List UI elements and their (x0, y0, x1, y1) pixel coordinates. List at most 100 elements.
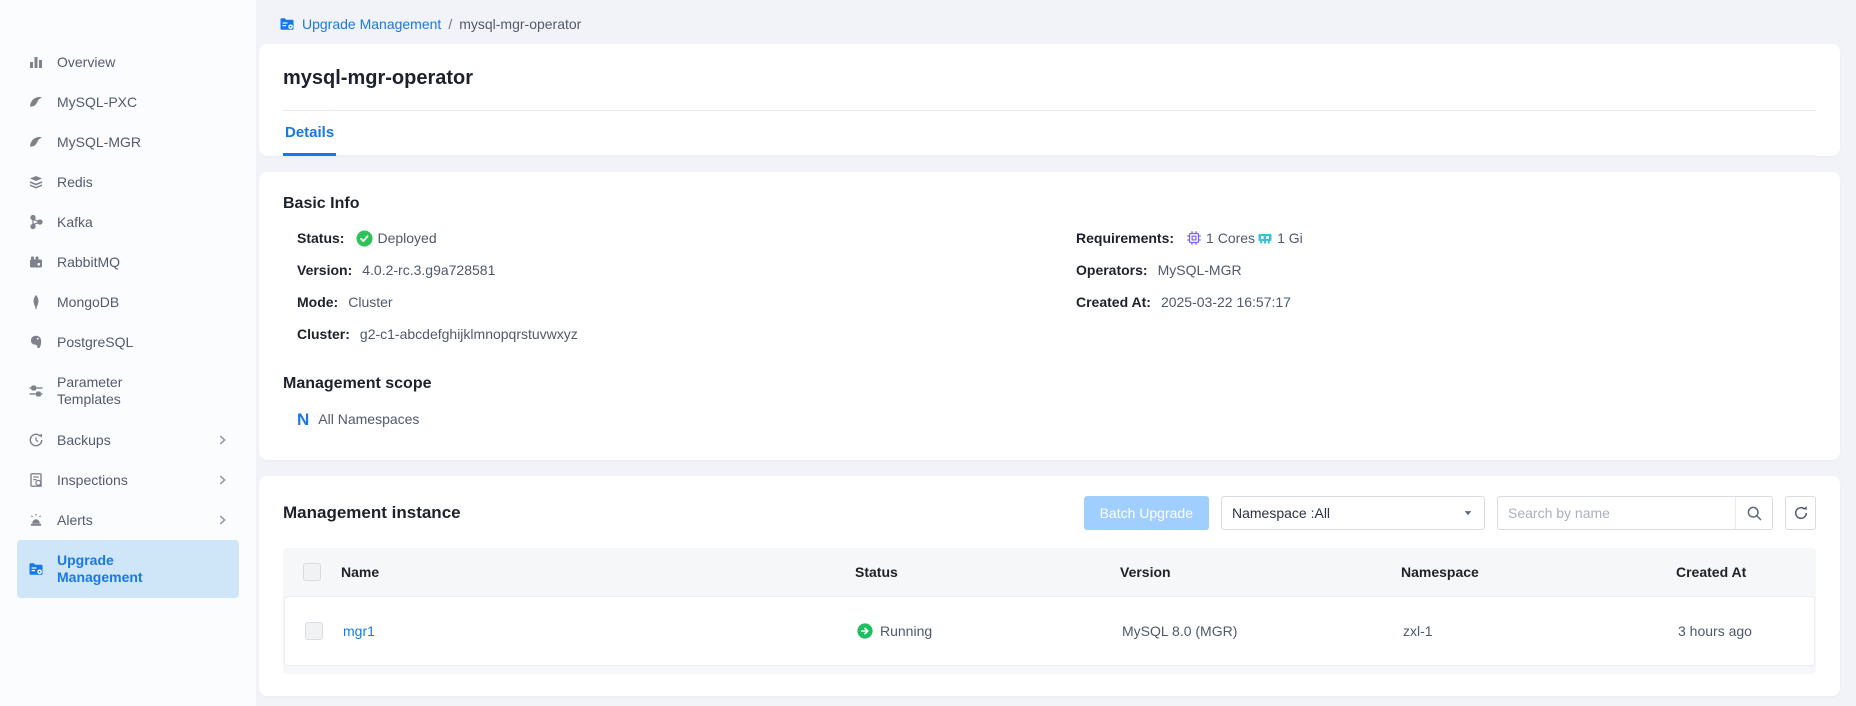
breadcrumb-root-link[interactable]: Upgrade Management (302, 16, 441, 32)
namespace-scope-item: N All Namespaces (283, 404, 1816, 434)
requirements-row: Requirements: 1 Cores 1 Gi (1062, 222, 1816, 254)
page-title: mysql-mgr-operator (283, 66, 1816, 90)
management-scope-title: Management scope (283, 374, 1816, 394)
basic-info-card: Basic Info Status: Deployed Version: 4.0… (259, 172, 1840, 460)
sidebar-item-label: Upgrade Management (57, 552, 152, 586)
breadcrumb-current: mysql-mgr-operator (459, 16, 581, 32)
operators-value: MySQL-MGR (1158, 262, 1242, 278)
basic-info-title: Basic Info (283, 194, 1816, 214)
main-content: Upgrade Management / mysql-mgr-operator … (256, 0, 1856, 706)
search-box (1497, 496, 1773, 530)
sidebar-item-label: PostgreSQL (57, 334, 133, 351)
sliders-icon (28, 383, 44, 399)
created-at-label: Created At: (1076, 294, 1151, 310)
breadcrumb-separator: / (448, 16, 452, 32)
sidebar-item-mysql-mgr[interactable]: MySQL-MGR (17, 122, 239, 162)
leaf-icon (28, 294, 44, 310)
sidebar-item-label: Alerts (57, 512, 93, 529)
bar-chart-icon (28, 54, 44, 70)
status-value: Deployed (377, 230, 436, 246)
chevron-right-icon (215, 513, 229, 527)
sidebar-item-label: MySQL-MGR (57, 134, 141, 151)
version-value: 4.0.2-rc.3.g9a728581 (362, 262, 495, 278)
table-row: mgr1 Running MySQL 8.0 (MGR) zxl-1 3 hou… (284, 596, 1815, 666)
cluster-row: Cluster: g2-c1-abcdefghijklmnopqrstuvwxy… (283, 318, 1062, 350)
sidebar-item-label: RabbitMQ (57, 254, 120, 271)
sidebar-item-label: Inspections (57, 472, 128, 489)
breadcrumb: Upgrade Management / mysql-mgr-operator (279, 14, 1840, 34)
refresh-button[interactable] (1785, 496, 1816, 530)
sidebar-item-rabbitmq[interactable]: RabbitMQ (17, 242, 239, 282)
folder-gear-icon (279, 16, 295, 32)
column-header-name: Name (341, 564, 855, 580)
operators-row: Operators: MySQL-MGR (1062, 254, 1816, 286)
sidebar-item-postgresql[interactable]: PostgreSQL (17, 322, 239, 362)
caret-down-icon (1462, 507, 1474, 519)
instance-table: Name Status Version Namespace Created At… (283, 548, 1816, 674)
cluster-label: Cluster: (297, 326, 350, 342)
chevron-right-icon (215, 433, 229, 447)
instance-created-at: 3 hours ago (1678, 623, 1814, 639)
requirements-cpu-value: 1 Cores (1206, 230, 1255, 246)
layers-icon (28, 174, 44, 190)
sidebar: Overview MySQL-PXC MySQL-MGR Redis (0, 0, 256, 706)
requirements-label: Requirements: (1076, 230, 1174, 246)
namespace-filter-label: Namespace : (1232, 505, 1314, 521)
running-status-icon (857, 623, 873, 639)
elephant-icon (28, 334, 44, 350)
namespace-icon: N (297, 411, 309, 428)
instance-name-link[interactable]: mgr1 (343, 623, 375, 639)
sidebar-item-alerts[interactable]: Alerts (17, 500, 239, 540)
column-header-version: Version (1120, 564, 1401, 580)
sidebar-item-label: Parameter Templates (57, 374, 147, 408)
select-all-checkbox[interactable] (303, 563, 321, 581)
column-header-namespace: Namespace (1401, 564, 1676, 580)
sidebar-item-redis[interactable]: Redis (17, 162, 239, 202)
sidebar-item-upgrade-management[interactable]: Upgrade Management (17, 540, 239, 598)
memory-icon (1257, 230, 1273, 246)
sidebar-item-mongodb[interactable]: MongoDB (17, 282, 239, 322)
instance-version: MySQL 8.0 (MGR) (1122, 623, 1403, 639)
restore-icon (28, 432, 44, 448)
instance-status: Running (880, 623, 932, 639)
doc-search-icon (28, 472, 44, 488)
namespace-filter-value: All (1314, 505, 1330, 521)
rabbit-icon (28, 254, 44, 270)
sidebar-item-label: Backups (57, 432, 111, 449)
status-label: Status: (297, 230, 344, 246)
sidebar-item-label: MongoDB (57, 294, 119, 311)
alarm-icon (28, 512, 44, 528)
sidebar-item-mysql-pxc[interactable]: MySQL-PXC (17, 82, 239, 122)
table-header-row: Name Status Version Namespace Created At (283, 548, 1816, 596)
folder-gear-icon (28, 561, 44, 577)
dolphin-icon (28, 134, 44, 150)
search-icon[interactable] (1735, 497, 1772, 529)
instance-toolbar: Batch Upgrade Namespace : All (1084, 496, 1816, 530)
column-header-status: Status (855, 564, 1120, 580)
mode-label: Mode: (297, 294, 338, 310)
search-input[interactable] (1498, 497, 1735, 529)
management-instance-card: Management instance Batch Upgrade Namesp… (259, 476, 1840, 696)
chevron-right-icon (215, 473, 229, 487)
tab-details[interactable]: Details (283, 111, 336, 156)
sidebar-item-overview[interactable]: Overview (17, 42, 239, 82)
network-icon (28, 214, 44, 230)
row-checkbox[interactable] (305, 622, 323, 640)
sidebar-item-parameter-templates[interactable]: Parameter Templates (17, 362, 239, 420)
sidebar-item-label: Kafka (57, 214, 93, 231)
management-instance-title: Management instance (283, 503, 461, 523)
operators-label: Operators: (1076, 262, 1148, 278)
status-row: Status: Deployed (283, 222, 1062, 254)
mode-value: Cluster (348, 294, 392, 310)
title-card: mysql-mgr-operator Details (259, 44, 1840, 156)
instance-namespace: zxl-1 (1403, 623, 1678, 639)
namespace-filter-select[interactable]: Namespace : All (1221, 496, 1485, 530)
sidebar-item-backups[interactable]: Backups (17, 420, 239, 460)
sidebar-item-label: Redis (57, 174, 93, 191)
sidebar-item-inspections[interactable]: Inspections (17, 460, 239, 500)
sidebar-item-label: Overview (57, 54, 115, 71)
column-header-created-at: Created At (1676, 564, 1816, 580)
sidebar-item-kafka[interactable]: Kafka (17, 202, 239, 242)
batch-upgrade-button[interactable]: Batch Upgrade (1084, 496, 1209, 530)
cpu-icon (1186, 230, 1202, 246)
